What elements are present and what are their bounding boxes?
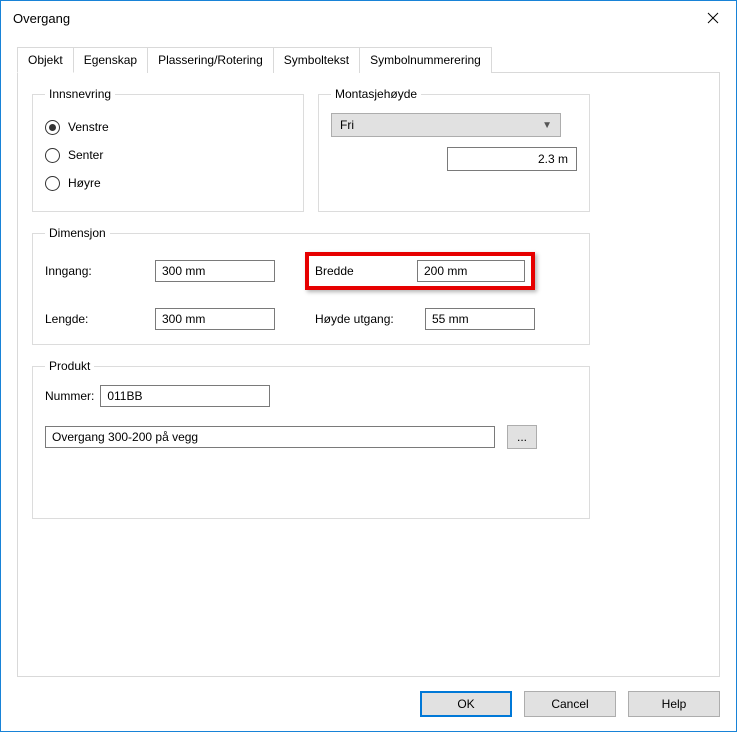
highlight-bredde: Bredde 200 mm xyxy=(305,252,535,290)
value-lengde: 300 mm xyxy=(162,312,205,326)
cancel-label: Cancel xyxy=(551,697,588,711)
close-button[interactable] xyxy=(690,1,736,35)
value-hoyde: 55 mm xyxy=(432,312,469,326)
group-dimensjon: Dimensjon Inngang: 300 mm Bredde 200 mm … xyxy=(32,226,590,345)
radio-hoyre[interactable]: Høyre xyxy=(45,169,291,197)
legend-dimensjon: Dimensjon xyxy=(45,226,110,240)
group-montasjehoyde: Montasjehøyde Fri ▼ 2.3 m xyxy=(318,87,590,212)
label-nummer: Nummer: xyxy=(45,389,94,403)
group-produkt: Produkt Nummer: 011BB Overgang 300-200 p… xyxy=(32,359,590,519)
value-nummer: 011BB xyxy=(107,389,142,403)
value-inngang: 300 mm xyxy=(162,264,205,278)
radio-icon xyxy=(45,148,60,163)
button-bar: OK Cancel Help xyxy=(1,677,736,731)
radio-venstre[interactable]: Venstre xyxy=(45,113,291,141)
content-area: Objekt Egenskap Plassering/Rotering Symb… xyxy=(1,35,736,677)
label-hoyde: Høyde utgang: xyxy=(315,312,425,326)
montasje-select[interactable]: Fri ▼ xyxy=(331,113,561,137)
value-bredde: 200 mm xyxy=(424,264,467,278)
input-description[interactable]: Overgang 300-200 på vegg xyxy=(45,426,495,448)
group-innsnevring: Innsnevring Venstre Senter Høyre xyxy=(32,87,304,212)
tab-strip: Objekt Egenskap Plassering/Rotering Symb… xyxy=(17,47,720,73)
tab-panel: Innsnevring Venstre Senter Høyre xyxy=(17,72,720,677)
input-inngang[interactable]: 300 mm xyxy=(155,260,275,282)
value-description: Overgang 300-200 på vegg xyxy=(52,430,198,444)
browse-button[interactable]: ... xyxy=(507,425,537,449)
tab-objekt[interactable]: Objekt xyxy=(17,47,74,73)
radio-senter[interactable]: Senter xyxy=(45,141,291,169)
window-title: Overgang xyxy=(13,11,70,26)
radio-icon xyxy=(45,120,60,135)
input-nummer[interactable]: 011BB xyxy=(100,385,270,407)
legend-innsnevring: Innsnevring xyxy=(45,87,115,101)
titlebar: Overgang xyxy=(1,1,736,35)
label-inngang: Inngang: xyxy=(45,264,155,278)
select-value: Fri xyxy=(340,118,354,132)
dialog-window: Overgang Objekt Egenskap Plassering/Rote… xyxy=(0,0,737,732)
ellipsis-icon: ... xyxy=(517,430,527,444)
close-icon xyxy=(707,12,719,24)
ok-label: OK xyxy=(457,697,474,711)
label-lengde: Lengde: xyxy=(45,312,155,326)
tab-egenskap[interactable]: Egenskap xyxy=(73,47,148,73)
tab-plassering[interactable]: Plassering/Rotering xyxy=(147,47,274,73)
cancel-button[interactable]: Cancel xyxy=(524,691,616,717)
input-bredde[interactable]: 200 mm xyxy=(417,260,525,282)
tab-symbolnummerering[interactable]: Symbolnummerering xyxy=(359,47,492,73)
montasje-height-input[interactable]: 2.3 m xyxy=(447,147,577,171)
montasje-height-value: 2.3 m xyxy=(538,152,568,166)
help-label: Help xyxy=(662,697,687,711)
input-hoyde[interactable]: 55 mm xyxy=(425,308,535,330)
radio-label-senter: Senter xyxy=(68,148,103,162)
radio-label-hoyre: Høyre xyxy=(68,176,101,190)
legend-montasje: Montasjehøyde xyxy=(331,87,421,101)
help-button[interactable]: Help xyxy=(628,691,720,717)
top-row: Innsnevring Venstre Senter Høyre xyxy=(32,87,705,212)
label-bredde: Bredde xyxy=(315,264,399,278)
legend-produkt: Produkt xyxy=(45,359,94,373)
tab-symboltekst[interactable]: Symboltekst xyxy=(273,47,360,73)
radio-label-venstre: Venstre xyxy=(68,120,109,134)
input-lengde[interactable]: 300 mm xyxy=(155,308,275,330)
radio-icon xyxy=(45,176,60,191)
ok-button[interactable]: OK xyxy=(420,691,512,717)
chevron-down-icon: ▼ xyxy=(542,120,552,131)
